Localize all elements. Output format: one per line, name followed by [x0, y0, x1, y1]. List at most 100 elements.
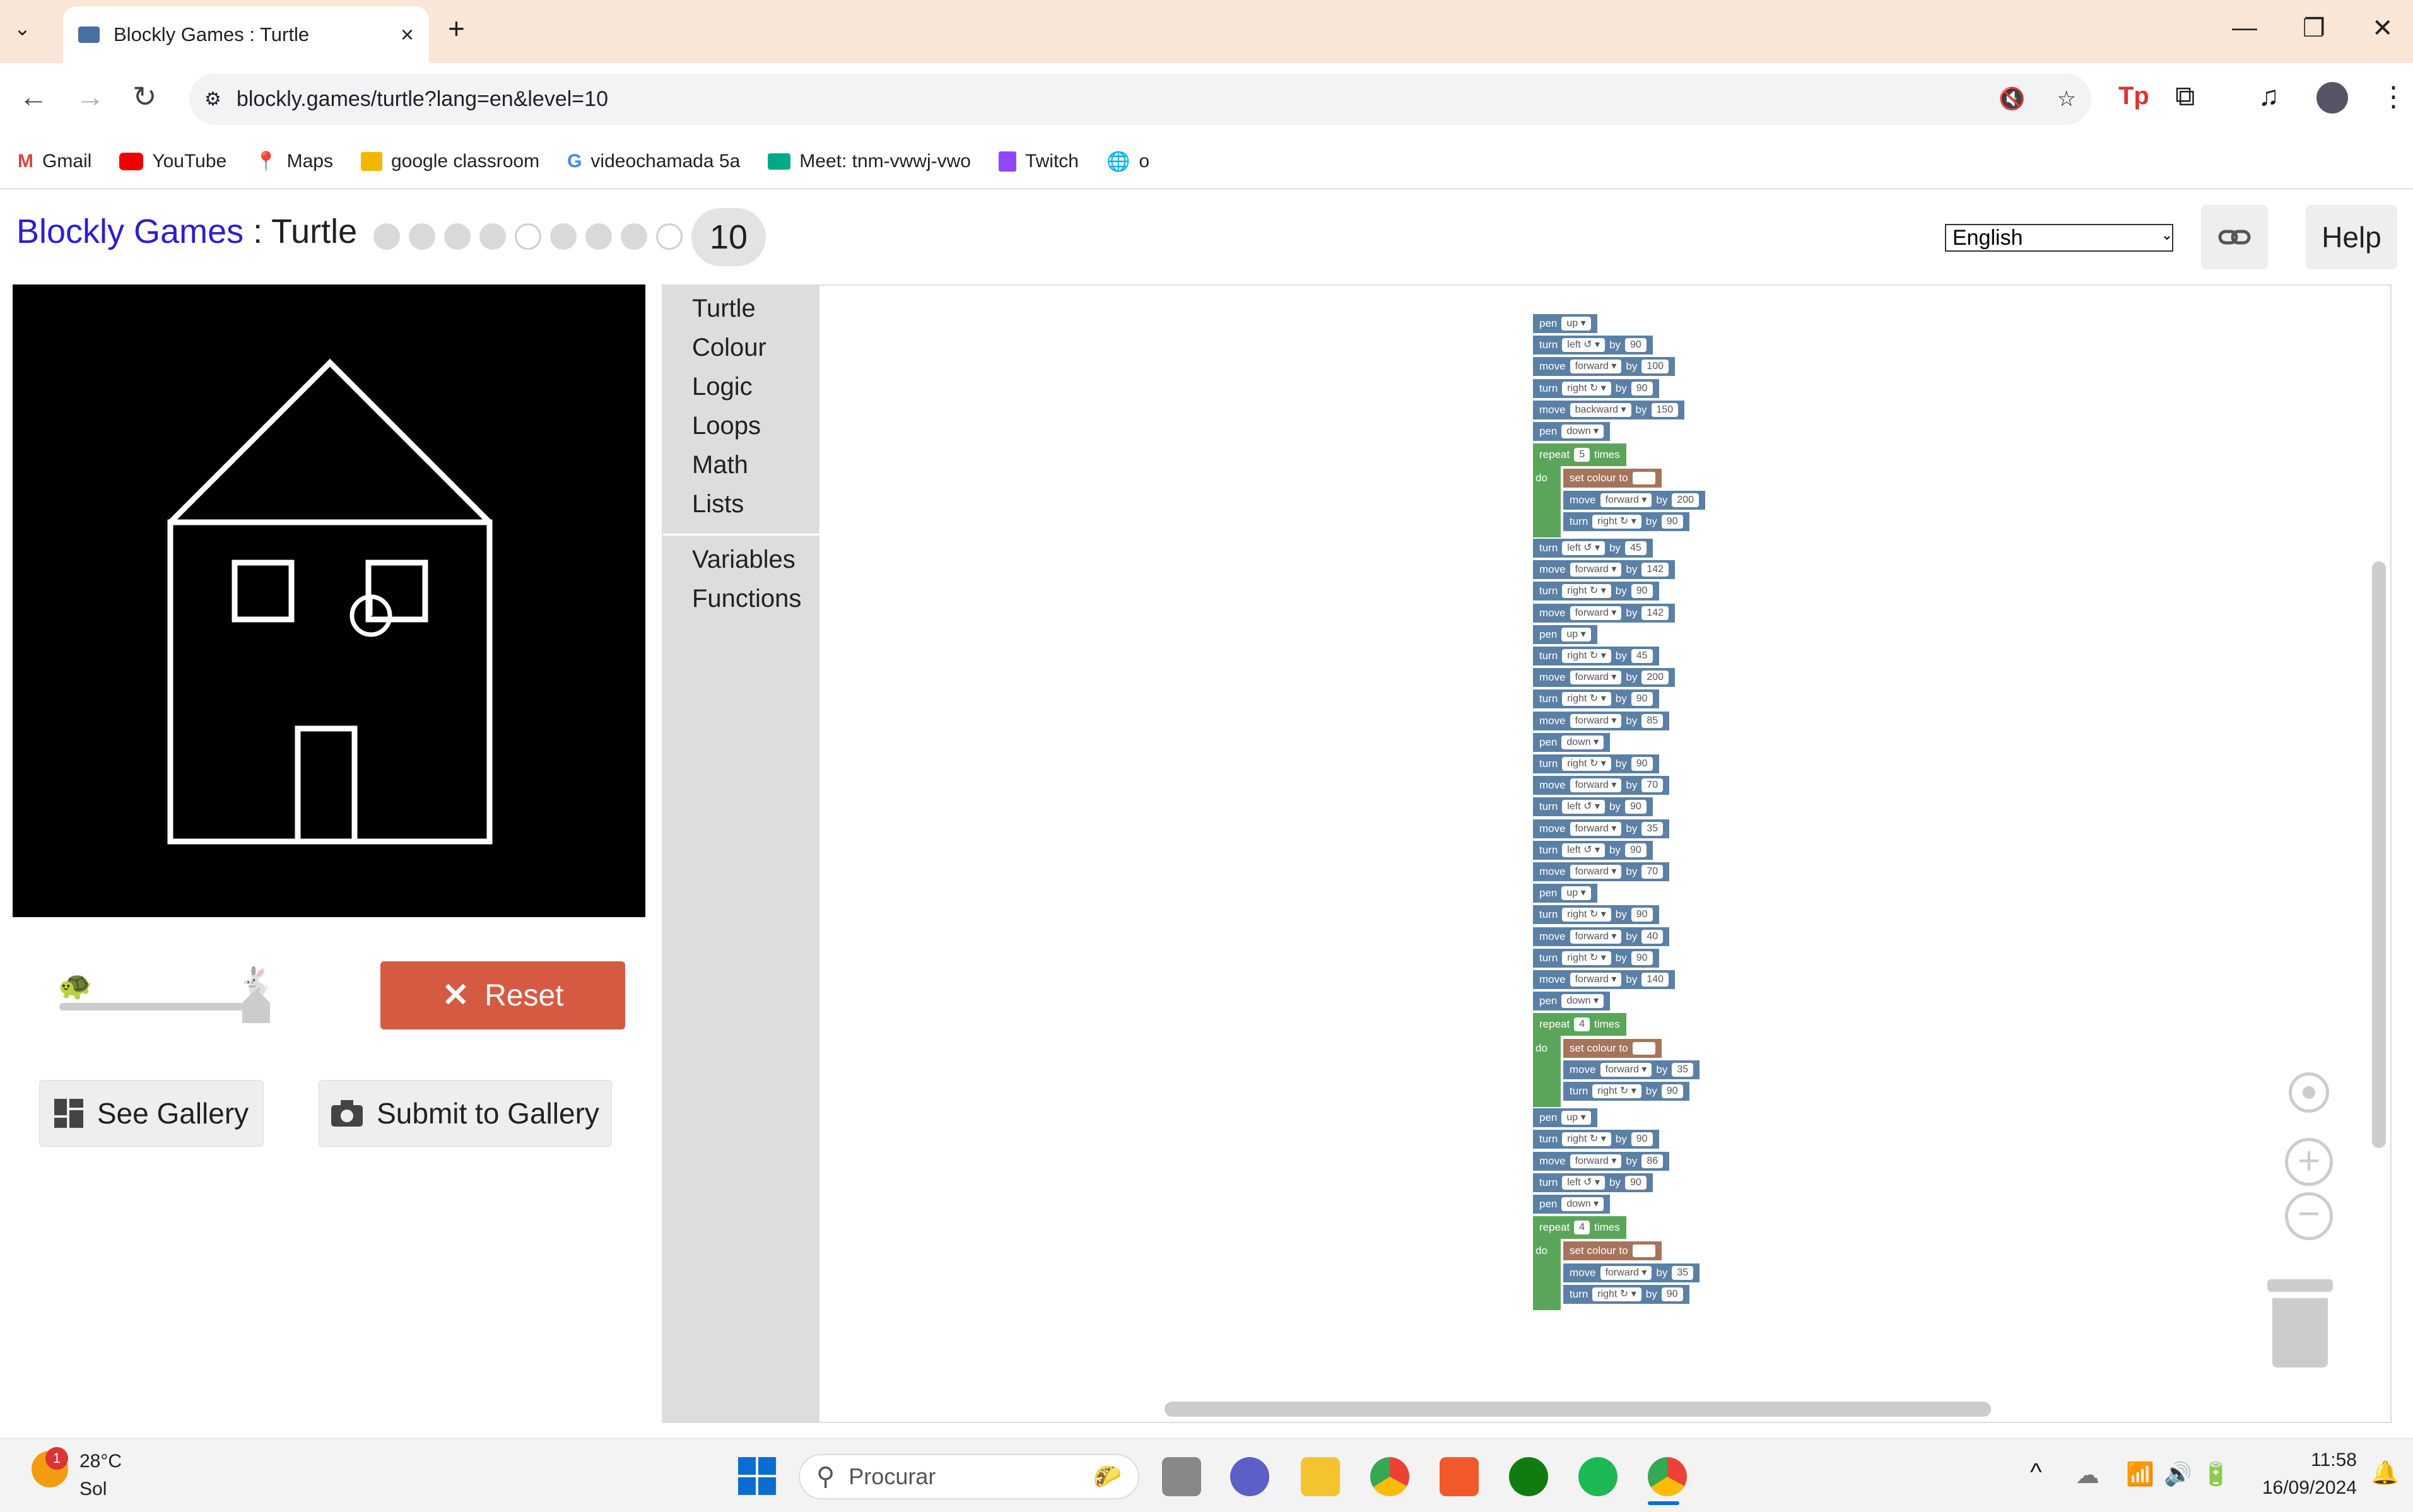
zoom-out-icon[interactable]: − [2285, 1192, 2333, 1240]
value-input[interactable]: 35 [1672, 1265, 1694, 1280]
chrome-menu-icon[interactable]: ⋮ [2380, 81, 2407, 113]
direction-dropdown[interactable]: forward ▾ [1570, 671, 1622, 685]
level-dot-5[interactable] [515, 223, 541, 250]
wifi-icon[interactable]: 📶 [2126, 1461, 2154, 1487]
value-input[interactable]: 40 [1641, 929, 1664, 944]
direction-dropdown[interactable]: right ↻ ▾ [1562, 692, 1611, 706]
pen-block[interactable]: pen down ▾ [1533, 422, 1611, 441]
language-select[interactable]: English [1945, 224, 2173, 252]
direction-dropdown[interactable]: forward ▾ [1570, 821, 1622, 836]
direction-dropdown[interactable]: down ▾ [1561, 425, 1604, 438]
direction-dropdown[interactable]: right ↻ ▾ [1562, 649, 1611, 663]
bookmark-meet[interactable]: Meet: tnm-vwwj-vwo [768, 151, 971, 172]
value-input[interactable]: 85 [1641, 713, 1664, 728]
repeat-block[interactable]: repeat 4 times [1533, 1013, 1626, 1036]
value-input[interactable]: 86 [1641, 1154, 1664, 1168]
reset-button[interactable]: ✕ Reset [380, 961, 625, 1029]
value-input[interactable]: 200 [1641, 671, 1669, 685]
bookmark-youtube[interactable]: YouTube [119, 151, 226, 172]
direction-dropdown[interactable]: left ↺ ▾ [1562, 541, 1605, 555]
turn-block[interactable]: turn left ↺ ▾ by 90 [1533, 336, 1653, 355]
toolbox-category-variables[interactable]: Variables [692, 546, 796, 574]
set-colour-block[interactable]: set colour to do [1535, 469, 1662, 488]
bookmark-maps[interactable]: 📍 Maps [254, 151, 333, 173]
repeat-block[interactable]: repeat 5 times [1533, 443, 1626, 467]
move-block[interactable]: move forward ▾ by 40 [1533, 927, 1670, 946]
colour-swatch[interactable] [1632, 1041, 1655, 1055]
recenter-target-icon[interactable] [2289, 1072, 2329, 1113]
pen-block[interactable]: pen down ▾ [1533, 732, 1611, 752]
turn-block[interactable]: turn right ↻ ▾ by 90 [1533, 905, 1659, 925]
toolbox-category-turtle[interactable]: Turtle [692, 295, 756, 323]
value-input[interactable]: 200 [1672, 493, 1700, 507]
level-dot-7[interactable] [585, 223, 612, 250]
chrome-profile-icon[interactable] [1648, 1457, 1687, 1496]
pen-block[interactable]: pen up ▾ [1533, 1108, 1597, 1128]
toolbox-category-loops[interactable]: Loops [692, 412, 761, 440]
move-block[interactable]: move forward ▾ by 142 [1533, 603, 1676, 623]
turn-block[interactable]: turn left ↺ ▾ by 45 [1533, 539, 1653, 558]
direction-dropdown[interactable]: down ▾ [1561, 735, 1604, 749]
clock-date[interactable]: 16/09/2024 [2255, 1477, 2357, 1499]
pen-block[interactable]: pen up ▾ [1533, 884, 1597, 903]
pen-block[interactable]: pen down ▾ [1533, 992, 1611, 1011]
turn-block[interactable]: turn right ↻ ▾ by 90 [1533, 754, 1659, 773]
move-block[interactable]: move forward ▾ by 35 [1563, 1263, 1700, 1282]
move-block[interactable]: move forward ▾ by 85 [1533, 711, 1670, 730]
direction-dropdown[interactable]: up ▾ [1561, 317, 1591, 331]
move-block[interactable]: move forward ▾ by 200 [1533, 668, 1676, 688]
direction-dropdown[interactable]: right ↻ ▾ [1592, 1084, 1641, 1098]
new-tab-icon[interactable]: + [448, 11, 465, 45]
value-input[interactable]: 150 [1651, 402, 1679, 417]
set-colour-block[interactable]: set colour to do [1535, 1038, 1662, 1058]
value-input[interactable]: 45 [1624, 541, 1647, 555]
value-input[interactable]: 90 [1631, 584, 1653, 599]
value-input[interactable]: 140 [1641, 973, 1669, 987]
level-dot-1[interactable] [373, 223, 400, 250]
taskbar-search[interactable]: ⚲ Procurar 🌮 [799, 1454, 1139, 1499]
turn-block[interactable]: turn left ↺ ▾ by 90 [1533, 797, 1653, 817]
direction-dropdown[interactable]: forward ▾ [1570, 973, 1622, 987]
direction-dropdown[interactable]: left ↺ ▾ [1562, 338, 1605, 353]
direction-dropdown[interactable]: forward ▾ [1570, 865, 1622, 879]
move-block[interactable]: move forward ▾ by 100 [1533, 357, 1676, 377]
value-input[interactable]: 90 [1631, 908, 1653, 922]
move-block[interactable]: move forward ▾ by 70 [1533, 862, 1670, 881]
direction-dropdown[interactable]: forward ▾ [1570, 563, 1622, 577]
toolbox-category-colour[interactable]: Colour [692, 334, 766, 362]
value-input[interactable]: 142 [1641, 563, 1669, 577]
direction-dropdown[interactable]: forward ▾ [1600, 1062, 1652, 1077]
direction-dropdown[interactable]: forward ▾ [1570, 778, 1622, 793]
move-block[interactable]: move forward ▾ by 140 [1533, 970, 1676, 989]
value-input[interactable]: 142 [1641, 606, 1669, 620]
value-input[interactable]: 35 [1672, 1062, 1694, 1077]
move-block[interactable]: move forward ▾ by 200 [1563, 490, 1706, 510]
value-input[interactable]: 70 [1641, 778, 1664, 793]
repeat-block[interactable]: repeat 4 times [1533, 1216, 1626, 1239]
profile-avatar[interactable] [2316, 82, 2348, 114]
value-input[interactable]: 90 [1631, 381, 1653, 396]
submit-to-gallery-button[interactable]: Submit to Gallery [319, 1080, 612, 1147]
turn-block[interactable]: turn right ↻ ▾ by 90 [1533, 378, 1659, 398]
value-input[interactable]: 90 [1631, 757, 1653, 771]
blockly-games-link[interactable]: Blockly Games [16, 213, 244, 250]
direction-dropdown[interactable]: right ↻ ▾ [1562, 757, 1611, 771]
site-info-icon[interactable]: ⚙ [204, 88, 221, 110]
extensions-puzzle-icon[interactable]: ⧉ [2175, 81, 2195, 112]
horizontal-scrollbar[interactable] [1165, 1402, 1991, 1417]
mute-icon[interactable]: 🔇 [1999, 86, 2025, 112]
value-input[interactable]: 90 [1624, 1175, 1647, 1190]
direction-dropdown[interactable]: down ▾ [1561, 1197, 1604, 1211]
level-dot-4[interactable] [479, 223, 506, 250]
toolbox-category-logic[interactable]: Logic [692, 373, 753, 401]
toolbox-category-lists[interactable]: Lists [692, 490, 744, 519]
direction-dropdown[interactable]: forward ▾ [1570, 929, 1622, 944]
move-block[interactable]: move forward ▾ by 70 [1533, 776, 1670, 795]
bookmark-videochamada[interactable]: Gvideochamada 5a [567, 151, 740, 172]
direction-dropdown[interactable]: forward ▾ [1570, 713, 1622, 728]
pen-block[interactable]: pen up ▾ [1533, 624, 1597, 644]
extension-tp-icon[interactable]: Tp [2118, 82, 2149, 110]
speed-slider-track[interactable] [59, 1003, 266, 1011]
battery-icon[interactable]: 🔋 [2202, 1461, 2230, 1487]
bookmark-gmail[interactable]: M Gmail [18, 151, 91, 172]
